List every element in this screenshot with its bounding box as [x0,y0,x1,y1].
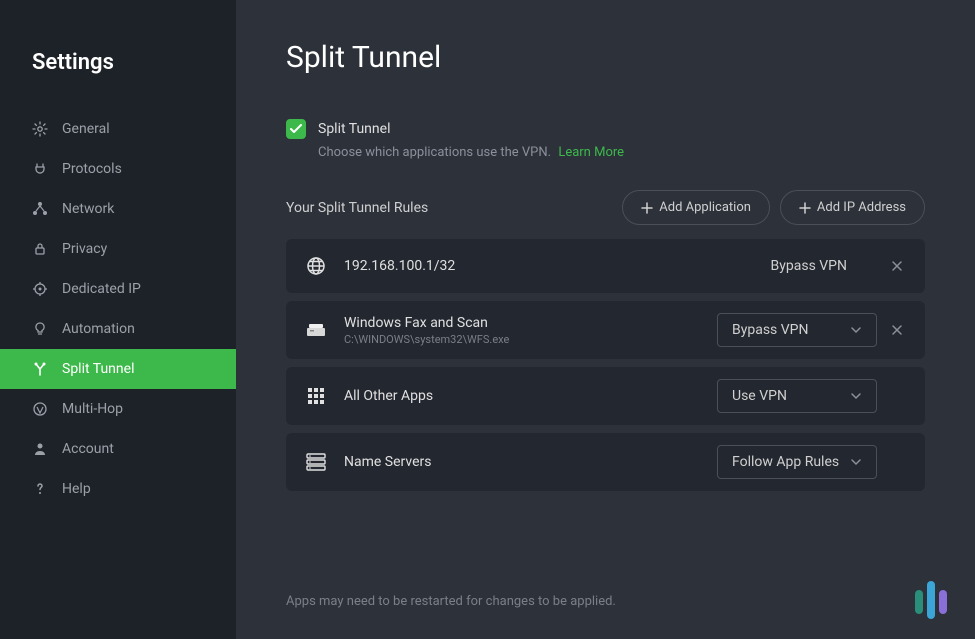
remove-rule-button[interactable] [887,256,907,276]
lock-icon [32,241,48,257]
rule-name: All Other Apps [344,388,717,404]
chevron-down-icon [850,458,862,466]
split-tunnel-label: Split Tunnel [318,121,390,137]
sidebar-item-label: Split Tunnel [62,361,134,377]
plus-icon [799,202,811,214]
sidebar-item-label: Automation [62,321,135,337]
sidebar-item-automation[interactable]: Automation [0,309,236,349]
plus-icon [641,202,653,214]
rule-action-label: Bypass VPN [771,258,847,274]
page-title: Split Tunnel [286,40,925,75]
rule-row: All Other AppsUse VPN [286,367,925,425]
rule-text: 192.168.100.1/32 [344,258,771,274]
sidebar-item-label: Account [62,441,114,457]
sidebar-item-label: Dedicated IP [62,281,141,297]
chevron-down-icon [850,392,862,400]
rule-name: Name Servers [344,454,717,470]
brand-logo-icon [915,579,947,619]
sidebar-item-label: Privacy [62,241,107,257]
rule-text: Name Servers [344,454,717,470]
close-icon [890,323,904,337]
rule-path: C:\WINDOWS\system32\WFS.exe [344,333,717,346]
footer-note: Apps may need to be restarted for change… [286,594,616,609]
rule-name: Windows Fax and Scan [344,315,717,331]
sidebar-item-protocols[interactable]: Protocols [0,149,236,189]
grid-icon [304,384,328,408]
rule-name: 192.168.100.1/32 [344,258,771,274]
sidebar-item-dedicated-ip[interactable]: Dedicated IP [0,269,236,309]
scanner-icon [304,318,328,342]
rule-row: 192.168.100.1/32Bypass VPN [286,239,925,293]
rule-row: Windows Fax and Scan C:\WINDOWS\system32\… [286,301,925,359]
sidebar-item-help[interactable]: Help [0,469,236,509]
user-icon [32,441,48,457]
close-icon [890,259,904,273]
sidebar-item-general[interactable]: General [0,109,236,149]
plug-icon [32,161,48,177]
help-icon [32,481,48,497]
rule-action-dropdown[interactable]: Bypass VPN [717,313,877,347]
rule-action-dropdown[interactable]: Use VPN [717,379,877,413]
split-tunnel-toggle-section: Split Tunnel Choose which applications u… [286,119,925,160]
dedicated-icon [32,281,48,297]
rule-row: Name ServersFollow App Rules [286,433,925,491]
sidebar-item-label: Network [62,201,114,217]
remove-rule-button[interactable] [887,320,907,340]
sidebar-item-network[interactable]: Network [0,189,236,229]
sidebar-item-label: Help [62,481,91,497]
sidebar-item-label: Multi-Hop [62,401,123,417]
sidebar-item-privacy[interactable]: Privacy [0,229,236,269]
rule-text: Windows Fax and Scan C:\WINDOWS\system32\… [344,315,717,346]
main-panel: Split Tunnel Split Tunnel Choose which a… [236,0,975,639]
globe-icon [304,254,328,278]
split-tunnel-checkbox[interactable] [286,119,306,139]
sidebar-item-account[interactable]: Account [0,429,236,469]
rule-text: All Other Apps [344,388,717,404]
settings-sidebar: Settings General Protocols Network Privacy D… [0,0,236,639]
chevron-down-icon [850,326,862,334]
multihop-icon [32,401,48,417]
sidebar-item-split-tunnel[interactable]: Split Tunnel [0,349,236,389]
learn-more-link[interactable]: Learn More [558,145,624,160]
network-icon [32,201,48,217]
add-application-button[interactable]: Add Application [622,190,770,225]
sidebar-title: Settings [0,24,236,109]
sidebar-item-label: Protocols [62,161,122,177]
sidebar-item-multi-hop[interactable]: Multi-Hop [0,389,236,429]
rules-header-title: Your Split Tunnel Rules [286,200,428,216]
split-tunnel-description: Choose which applications use the VPN. L… [286,145,925,160]
bulb-icon [32,321,48,337]
sidebar-item-label: General [62,121,110,137]
add-ip-address-button[interactable]: Add IP Address [780,190,925,225]
check-icon [290,124,302,134]
gear-icon [32,121,48,137]
rule-action-dropdown[interactable]: Follow App Rules [717,445,877,479]
split-icon [32,361,48,377]
servers-icon [304,450,328,474]
